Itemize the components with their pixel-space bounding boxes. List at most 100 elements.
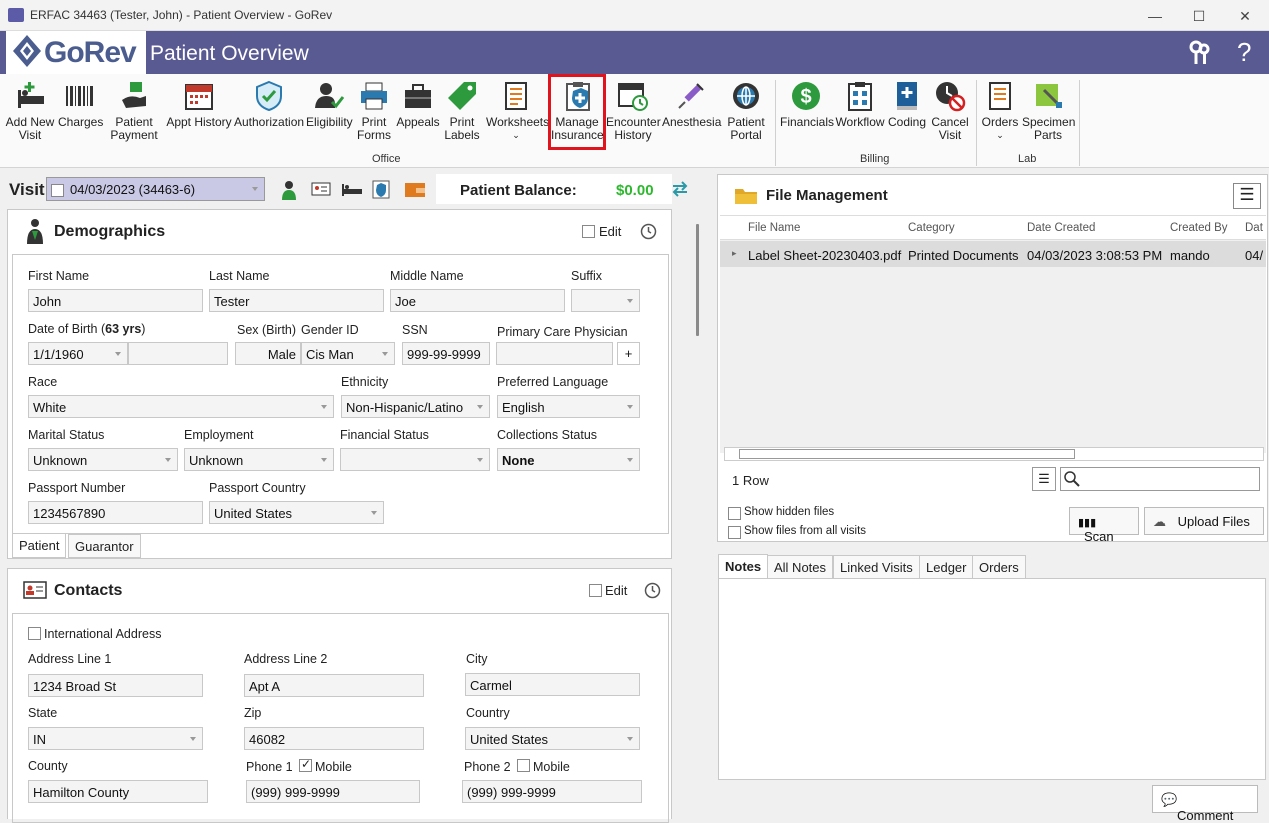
logo-text: GoRev [44,36,137,69]
encounter-history-button[interactable]: Encounter History [606,80,661,142]
pcp-field[interactable] [496,342,613,365]
employment-select[interactable]: Unknown [184,448,334,471]
time-spinner[interactable] [128,342,228,365]
collections-select[interactable]: None [497,448,640,471]
mobile2-checkbox[interactable] [517,759,530,772]
file-search-input[interactable] [1060,467,1260,491]
ethnicity-select[interactable]: Non-Hispanic/Latino [341,395,490,418]
race-label: Race [28,375,58,389]
appeals-button[interactable]: Appeals [396,80,440,129]
state-select[interactable]: IN [28,727,203,750]
specimen-parts-button[interactable]: Specimen Parts [1022,80,1075,142]
visit-label: Visit [9,180,45,199]
suffix-select[interactable] [571,289,640,312]
eligibility-button[interactable]: Eligibility [306,80,353,129]
workflow-button[interactable]: Workflow [834,80,886,129]
add-pcp-button[interactable]: + [617,342,640,365]
middle-name-field[interactable]: Joe [390,289,565,312]
horizontal-scrollbar-thumb[interactable] [739,449,1075,459]
col-date-created[interactable]: Date Created [1027,222,1095,234]
financials-button[interactable]: $ Financials [780,80,835,129]
tab-orders[interactable]: Orders [972,555,1026,579]
international-checkbox[interactable] [28,627,41,640]
col-category[interactable]: Category [908,222,955,234]
maximize-button[interactable]: ☐ [1189,6,1209,26]
visit-checkbox[interactable] [51,184,64,198]
list-options-icon[interactable]: ☰ [1032,467,1056,491]
ssn-field[interactable]: 999-99-9999 [402,342,490,365]
authorization-button[interactable]: Authorization [234,80,304,129]
mobile1-checkbox[interactable]: ✓ [299,757,312,772]
patient-portal-button[interactable]: Patient Portal [722,80,770,142]
passport-field[interactable]: 1234567890 [28,501,203,524]
phone2-field[interactable]: (999) 999-9999 [462,780,642,803]
col-more[interactable]: Dat [1245,222,1263,234]
menu-icon[interactable]: ☰ [1233,183,1261,209]
col-file-name[interactable]: File Name [748,222,800,234]
refresh-icon[interactable] [670,179,690,199]
financial-status-select[interactable] [340,448,490,471]
col-created-by[interactable]: Created By [1170,222,1228,234]
city-field[interactable]: Carmel [465,673,640,696]
charges-button[interactable]: Charges [58,80,103,129]
tab-patient[interactable]: Patient [12,534,67,558]
appt-history-button[interactable]: Appt History [166,80,232,129]
demographics-edit-checkbox[interactable] [582,225,595,238]
row-expand-icon[interactable]: ▸ [732,248,737,259]
print-forms-button[interactable]: Print Forms [354,80,394,142]
last-name-field[interactable]: Tester [209,289,384,312]
cloud-upload-icon: ☁ [1153,514,1166,529]
upload-files-button[interactable]: ☁ Upload Files [1144,507,1264,535]
tab-linked-visits[interactable]: Linked Visits [833,555,920,579]
orders-button[interactable]: Orders ⌄ [980,80,1020,142]
country-select[interactable]: United States [465,727,640,750]
visit-select[interactable]: 04/03/2023 (34463-6) [46,177,265,201]
comment-button[interactable]: 💬Comment [1152,785,1258,823]
scan-button[interactable]: ▮▮▮ Scan [1069,507,1139,544]
contacts-edit-checkbox[interactable] [589,584,602,597]
file-management-panel: File Management ☰ File Name Category Dat… [717,174,1268,544]
help-icon[interactable]: ? [1237,37,1251,68]
county-field[interactable]: Hamilton County [28,780,208,803]
anesthesia-button[interactable]: Anesthesia [662,80,722,129]
bed-icon[interactable] [341,181,363,197]
tab-guarantor[interactable]: Guarantor [68,534,141,558]
patient-payment-button[interactable]: Patient Payment [104,80,164,142]
tab-notes[interactable]: Notes [718,554,769,579]
show-all-checkbox[interactable] [728,526,741,539]
address1-field[interactable]: 1234 Broad St [28,674,203,697]
add-new-visit-button[interactable]: Add New Visit [4,80,56,142]
horizontal-scrollbar[interactable] [724,447,1264,461]
manage-insurance-button[interactable]: Manage Insurance [548,74,606,150]
address2-field[interactable]: Apt A [244,674,424,697]
patient-icon[interactable] [282,180,296,200]
insurance-icon[interactable] [371,179,391,199]
contacts-history-icon[interactable] [644,582,661,599]
marital-select[interactable]: Unknown [28,448,178,471]
sex-field[interactable]: Male [235,342,301,365]
tab-all-notes[interactable]: All Notes [767,555,834,579]
dob-field[interactable]: 1/1/1960 [28,342,128,365]
minimize-button[interactable]: — [1145,6,1165,26]
worksheets-button[interactable]: Worksheets ⌄ [486,80,549,142]
language-select[interactable]: English [497,395,640,418]
close-button[interactable]: ✕ [1235,6,1255,26]
phone1-field[interactable]: (999) 999-9999 [246,780,420,803]
cancel-visit-button[interactable]: Cancel Visit [930,80,970,142]
race-select[interactable]: White [28,395,334,418]
tab-ledger[interactable]: Ledger [919,555,974,579]
print-labels-button[interactable]: Print Labels [442,80,482,142]
gender-select[interactable]: Cis Man [301,342,395,365]
left-scrollbar-thumb[interactable] [696,224,699,336]
keys-icon[interactable] [1186,39,1214,67]
anesthesia-label: Anesthesia [662,115,722,129]
show-hidden-checkbox[interactable] [728,507,741,520]
coding-button[interactable]: Coding [886,80,928,129]
history-clock-icon[interactable] [640,223,657,240]
financials-label: Financials [780,115,835,129]
zip-field[interactable]: 46082 [244,727,424,750]
first-name-field[interactable]: John [28,289,203,312]
wallet-icon[interactable] [404,180,426,198]
passport-country-select[interactable]: United States [209,501,384,524]
id-card-icon[interactable] [311,182,331,196]
